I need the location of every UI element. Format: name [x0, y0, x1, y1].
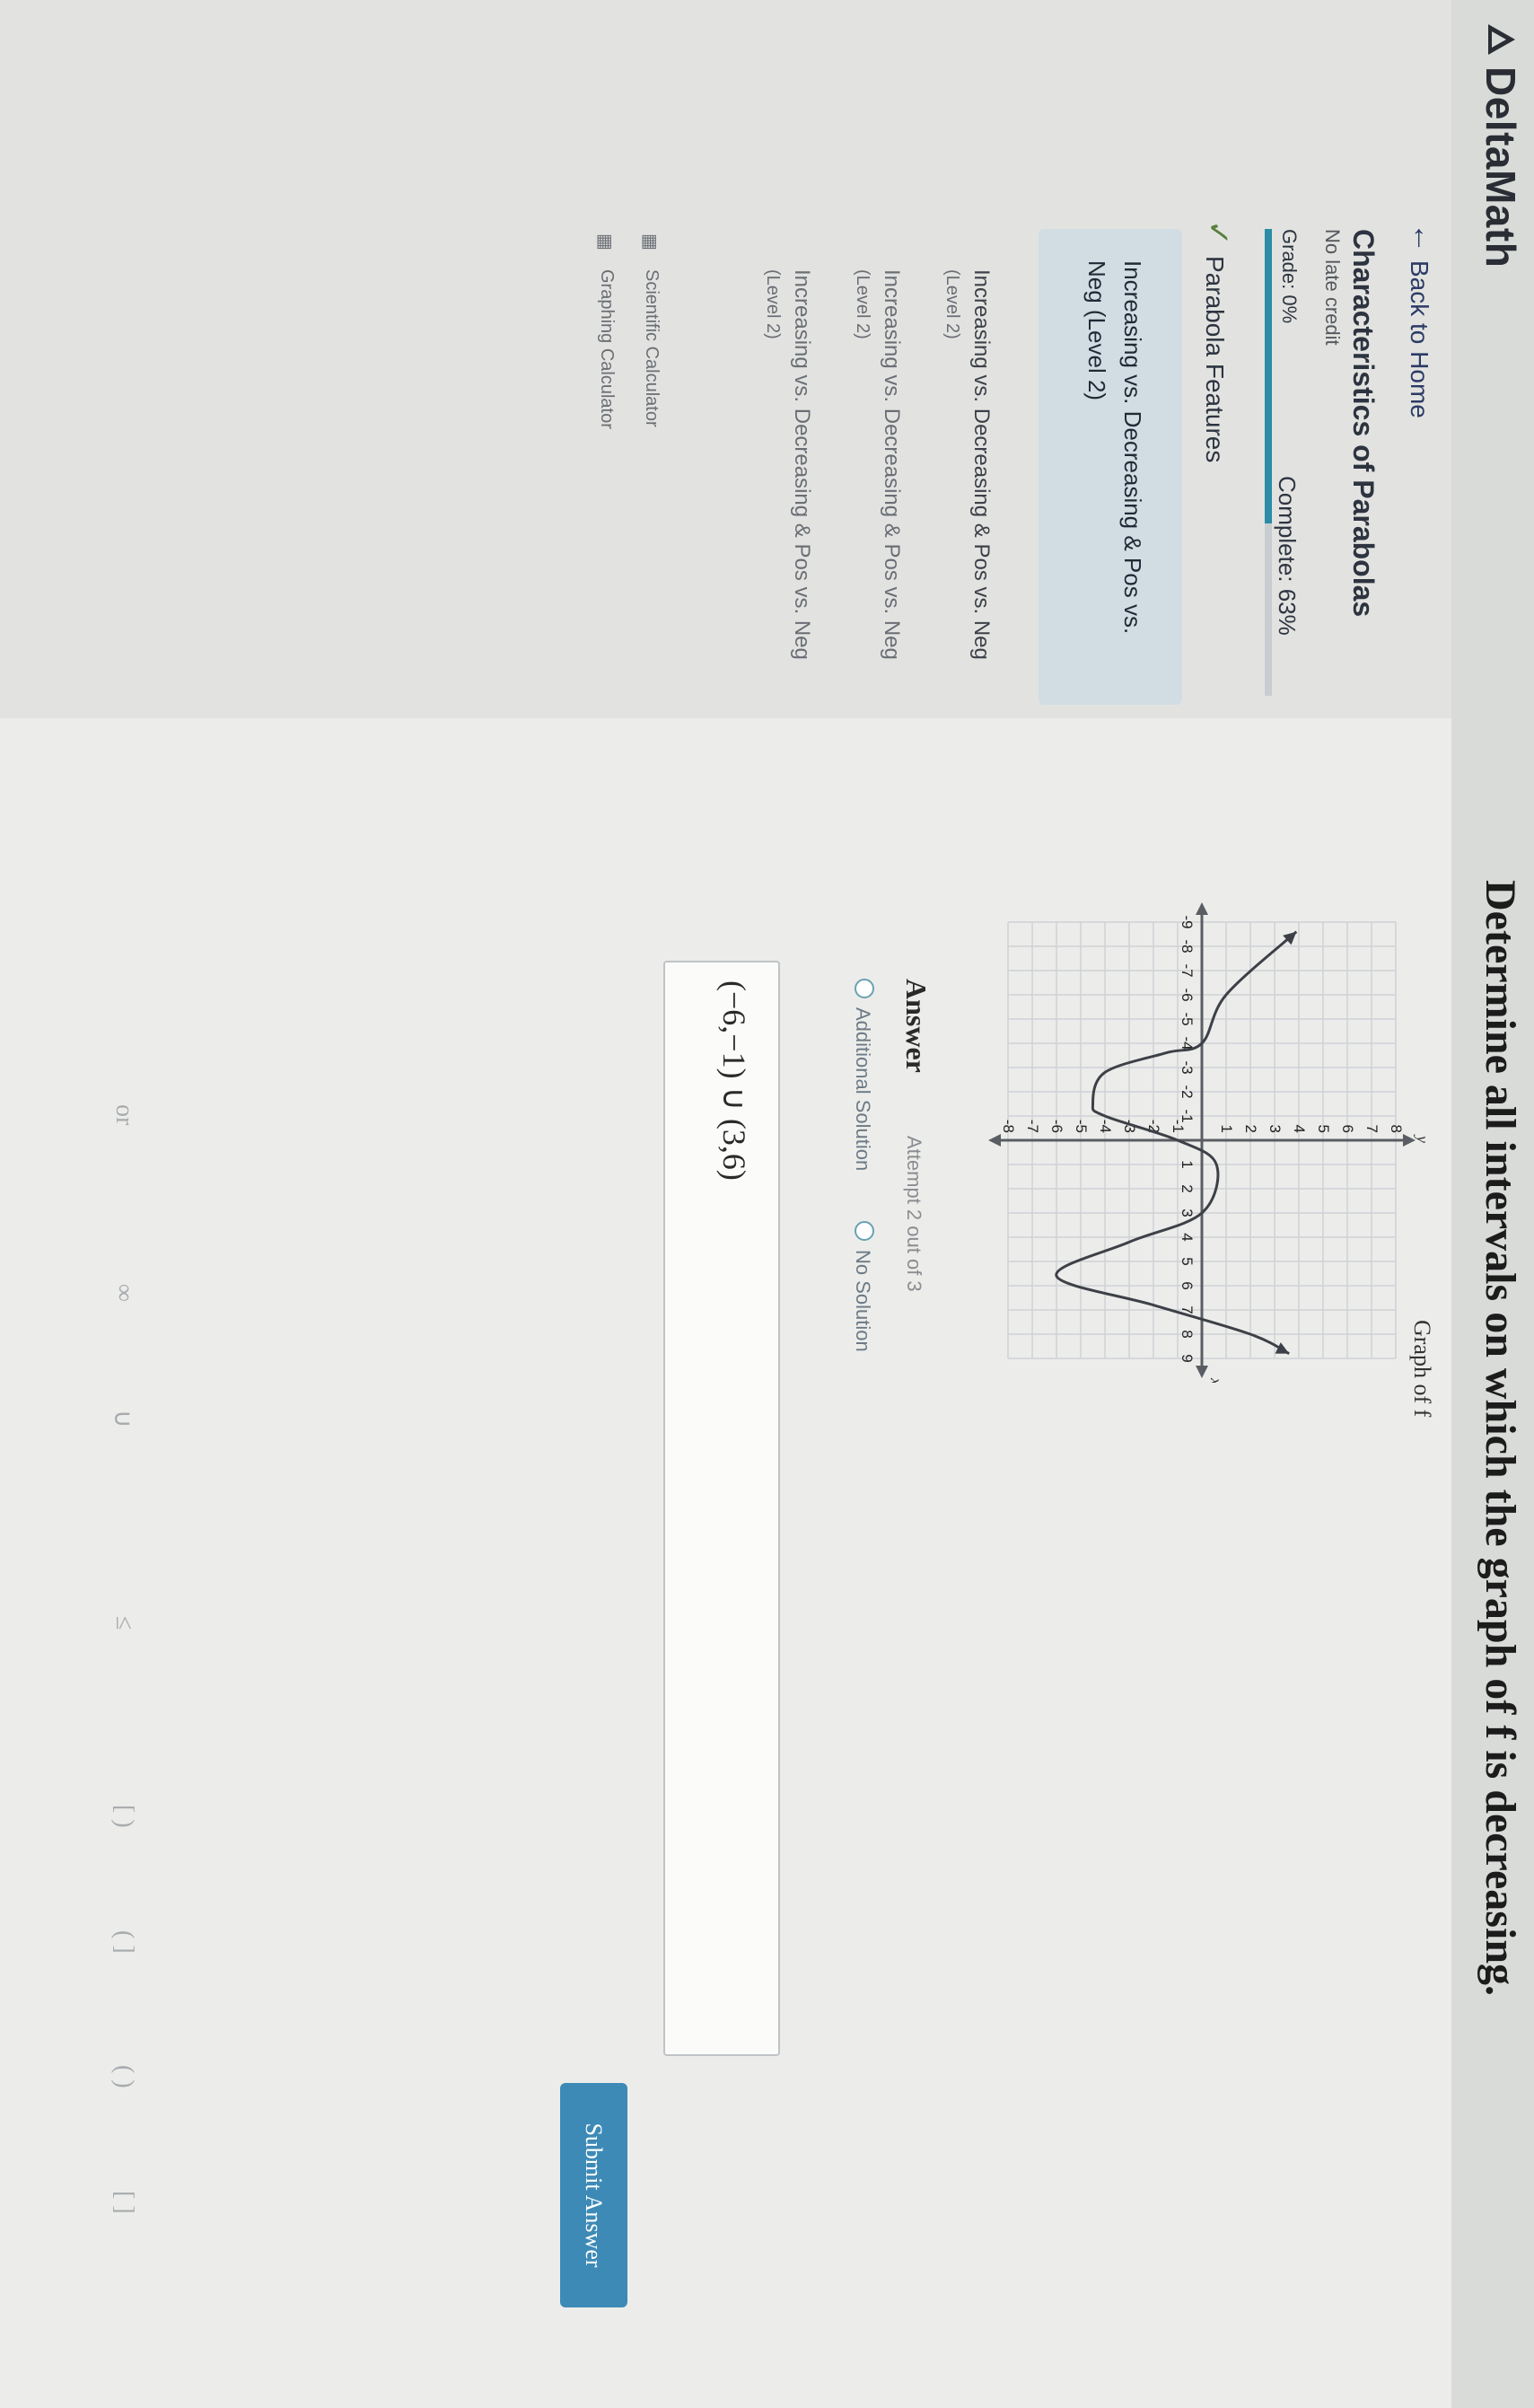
x-axis-arrow-left [1196, 902, 1208, 915]
x-tick-label: -3 [1179, 1060, 1196, 1074]
x-axis-arrow-right [1196, 1366, 1208, 1378]
additional-solution-label[interactable]: Additional Solution [851, 1007, 874, 1171]
x-tick-label: -2 [1179, 1085, 1196, 1098]
graph-of-f: xy-9-8-7-6-5-4-3-2-112345678987654321-1-… [988, 902, 1432, 1383]
y-tick-label: 2 [1242, 1125, 1259, 1133]
deltamath-logo-icon [1488, 24, 1515, 55]
y-axis-arrow-down [988, 1134, 1001, 1147]
x-tick-label: -8 [1179, 939, 1196, 953]
course-title: Characteristics of Parabolas [1347, 229, 1380, 618]
y-tick-label: 5 [1315, 1125, 1332, 1133]
complete-text: Complete: 63% [1274, 476, 1301, 636]
sidebar-item-label[interactable]: Increasing vs. Decreasing & Pos vs. Neg [969, 269, 994, 660]
calculator-icon[interactable]: ▦ [639, 233, 662, 250]
y-tick-label: -8 [1000, 1120, 1017, 1133]
submit-answer-button[interactable]: Submit Answer [560, 2083, 627, 2307]
graphing-calculator-link[interactable]: Graphing Calculator [596, 269, 617, 429]
checkmark-icon: ✓ [1201, 220, 1235, 246]
y-tick-label: 8 [1388, 1125, 1405, 1133]
sidebar-item-sub: (Level 2) [763, 269, 783, 339]
y-tick-label: -6 [1048, 1120, 1065, 1133]
keypad-paren-bracket-key[interactable]: ( ] [110, 1930, 138, 1954]
sidebar-item-label[interactable]: Increasing vs. Decreasing & Pos vs. Neg [789, 269, 814, 660]
y-tick-label: 4 [1291, 1125, 1308, 1133]
x-tick-label: -9 [1179, 915, 1196, 928]
no-solution-label[interactable]: No Solution [851, 1250, 874, 1352]
grade-text: Grade: 0% [1278, 229, 1301, 324]
sidebar-item-sub: (Level 2) [942, 269, 962, 339]
sidebar-item-active[interactable]: Increasing vs. Decreasing & Pos vs. Neg … [1039, 229, 1182, 705]
progress-bar [1265, 229, 1272, 696]
x-tick-label: 1 [1179, 1160, 1196, 1168]
sidebar-item-parabola-features[interactable]: Parabola Features [1200, 256, 1229, 462]
back-to-home-link[interactable]: Back to Home [1405, 260, 1433, 418]
answer-label: Answer [900, 979, 933, 1073]
x-tick-label: 3 [1179, 1208, 1196, 1217]
keypad-bracket-key[interactable]: [ ] [110, 2191, 138, 2214]
additional-solution-radio[interactable] [855, 979, 874, 998]
y-tick-label: 3 [1267, 1125, 1284, 1133]
x-axis-label: x [1207, 1377, 1225, 1383]
scientific-calculator-link[interactable]: Scientific Calculator [641, 269, 662, 427]
keypad-bracket-paren-key[interactable]: [ ) [110, 1805, 138, 1828]
active-item-line1: Increasing vs. Decreasing & Pos vs. [1119, 260, 1146, 635]
x-tick-label: 9 [1179, 1354, 1196, 1362]
x-tick-label: 5 [1179, 1257, 1196, 1265]
y-tick-label: -1 [1170, 1120, 1187, 1133]
x-tick-label: 2 [1179, 1184, 1196, 1192]
x-tick-label: -6 [1179, 988, 1196, 1001]
app-name: DeltaMath [1477, 66, 1524, 268]
keypad-leq-key[interactable]: ≤ [110, 1616, 138, 1630]
sidebar-item-sub: (Level 2) [853, 269, 872, 339]
y-tick-label: 7 [1363, 1125, 1381, 1133]
progress-fill [1265, 229, 1272, 523]
y-tick-label: 6 [1339, 1125, 1356, 1133]
y-tick-label: -4 [1097, 1120, 1114, 1133]
logo[interactable]: DeltaMath [1477, 22, 1525, 268]
keypad-union-key[interactable]: ∪ [108, 1410, 138, 1428]
late-credit-note: No late credit [1321, 229, 1344, 346]
x-tick-label: -7 [1179, 963, 1196, 977]
keypad-infinity-key[interactable]: ∞ [110, 1284, 138, 1302]
question-text: Determine all intervals on which the gra… [1477, 880, 1524, 1997]
x-tick-label: -5 [1179, 1012, 1196, 1025]
x-tick-label: 4 [1179, 1233, 1196, 1241]
y-tick-label: 1 [1218, 1125, 1235, 1133]
x-tick-label: 8 [1179, 1330, 1196, 1338]
answer-input[interactable]: (−6,−1) ∪ (3,6) [663, 961, 780, 2056]
x-tick-label: 6 [1179, 1281, 1196, 1289]
y-axis-label: y [1414, 1134, 1432, 1143]
no-solution-radio[interactable] [855, 1221, 874, 1241]
page: DeltaMath ← Back to Home Characteristics… [0, 0, 1534, 2408]
attempt-counter: Attempt 2 out of 3 [903, 1136, 925, 1292]
graph-icon[interactable]: ▦ [594, 233, 617, 250]
sidebar: ← Back to Home Characteristics of Parabo… [0, 0, 1451, 718]
active-item-line2: Neg (Level 2) [1083, 260, 1110, 401]
back-arrow-icon[interactable]: ← [1406, 223, 1441, 253]
y-tick-label: -7 [1024, 1120, 1041, 1133]
keypad-or-key[interactable]: or [110, 1104, 138, 1125]
sidebar-item-label[interactable]: Increasing vs. Decreasing & Pos vs. Neg [879, 269, 904, 660]
y-tick-label: -5 [1073, 1120, 1090, 1133]
keypad-paren-key[interactable]: ( ) [110, 2065, 138, 2088]
